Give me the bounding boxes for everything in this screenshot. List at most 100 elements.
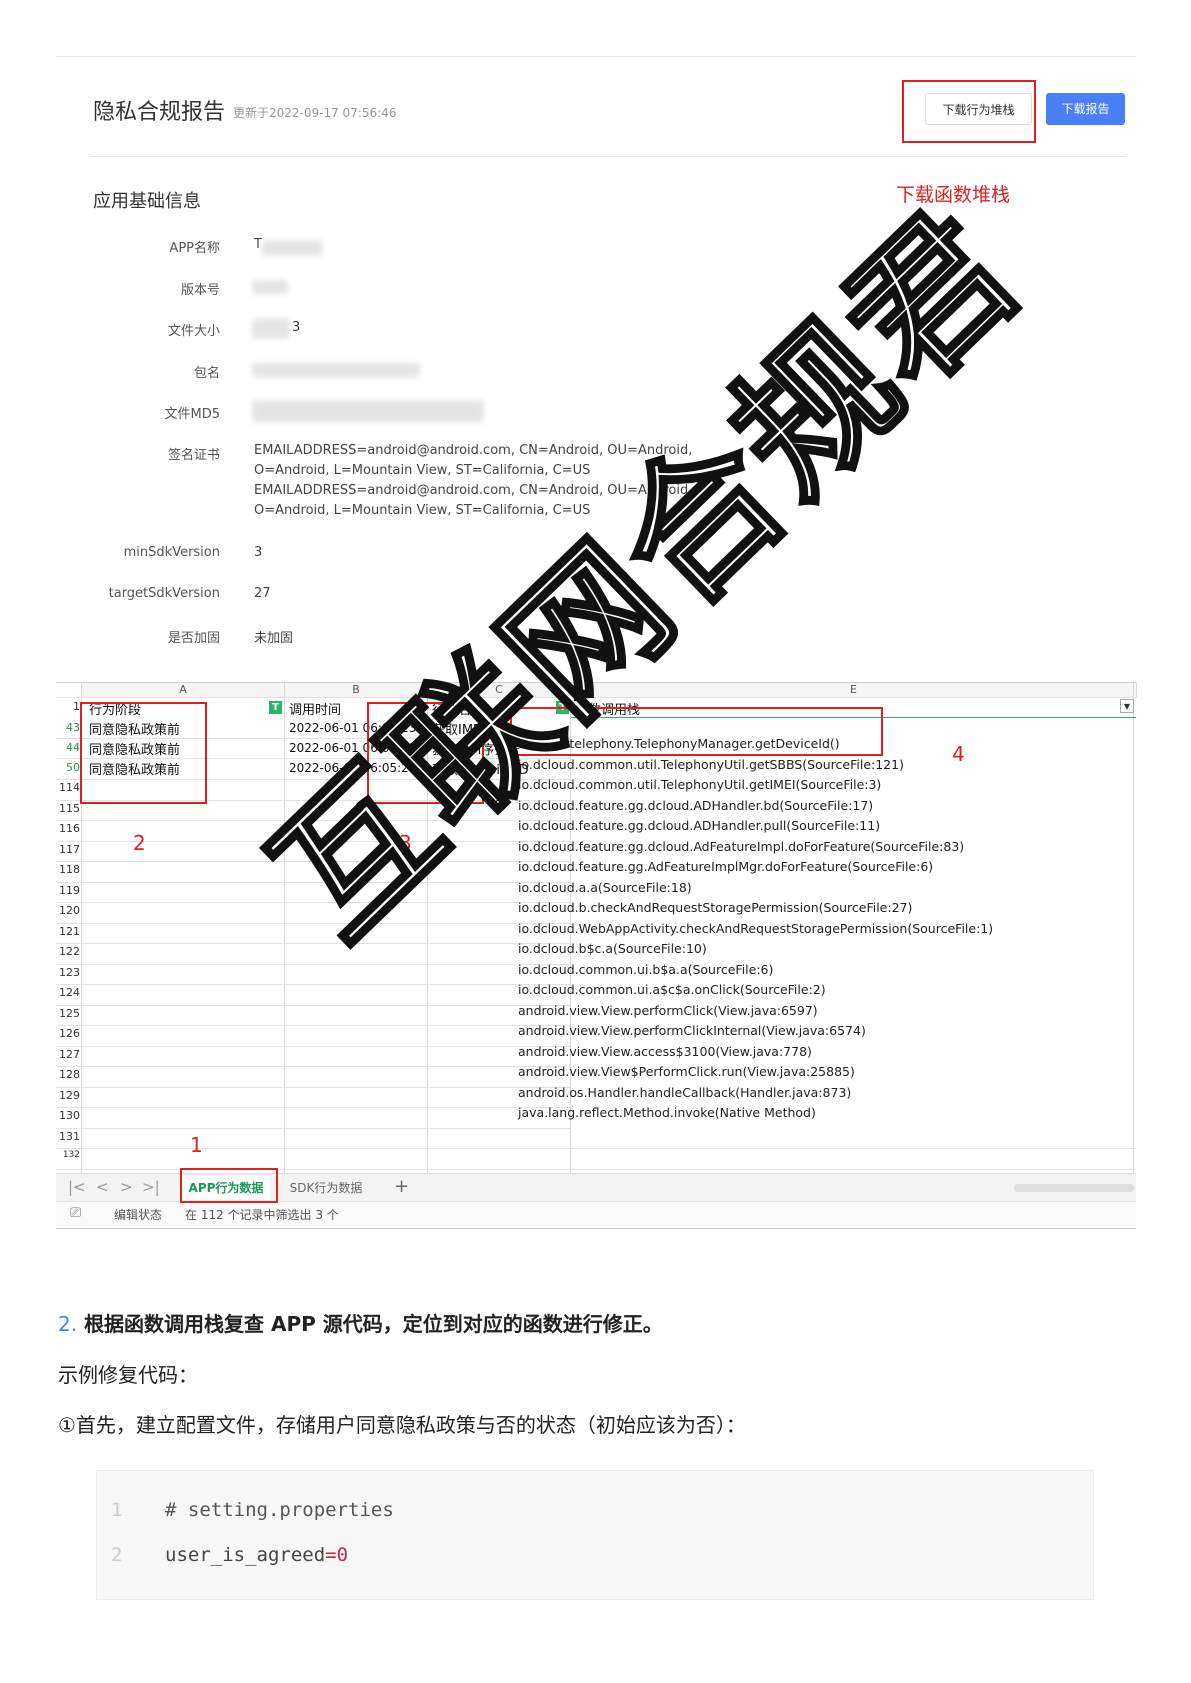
first-step-text: ①首先，建立配置文件，存储用户同意隐私政策与否的状态（初始应该为否）：: [58, 1413, 746, 1437]
row-number: 118: [59, 863, 80, 876]
column-header-a[interactable]: A: [82, 683, 285, 697]
label-certificate: 签名证书: [167, 448, 220, 463]
value-min-sdk: 3: [254, 545, 263, 560]
header-divider: [90, 156, 1126, 157]
stack-line[interactable]: io.dcloud.common.ui.b$a.a(SourceFile:6): [518, 962, 773, 977]
annotation-marker-1: 1: [190, 1133, 203, 1157]
example-label: 示例修复代码：: [58, 1363, 198, 1387]
label-file-size: 文件大小: [167, 324, 220, 339]
row-number: 132: [62, 1150, 80, 1160]
status-icon: ⎚: [70, 1205, 82, 1221]
grid-line: [56, 1087, 570, 1088]
row-number: 131: [59, 1130, 80, 1143]
code-line: user_is_agreed=0: [165, 1544, 348, 1566]
grid-line: [56, 964, 570, 965]
stack-line[interactable]: io.dcloud.feature.gg.AdFeatureImplMgr.do…: [518, 859, 933, 874]
annotation-marker-4: 4: [952, 742, 965, 766]
row-number: 43: [66, 721, 80, 734]
status-mode: 编辑状态: [114, 1208, 163, 1222]
grid-line: [56, 984, 570, 985]
redacted-app-name: [262, 240, 322, 256]
code-key: user_is_agreed: [165, 1544, 326, 1566]
stack-line[interactable]: io.dcloud.common.ui.a$c$a.onClick(Source…: [518, 982, 826, 997]
row-number: 44: [66, 741, 80, 754]
row-number: 115: [59, 802, 80, 815]
row-number: 120: [59, 904, 80, 917]
top-divider: [56, 56, 1136, 57]
row-number: 124: [59, 986, 80, 999]
label-md5: 文件MD5: [164, 407, 221, 422]
grid-line: [56, 1148, 1136, 1149]
stack-line[interactable]: io.dcloud.feature.gg.dcloud.ADHandler.pu…: [518, 818, 880, 833]
stack-line[interactable]: java.lang.reflect.Method.invoke(Native M…: [518, 1105, 816, 1120]
grid-line: [56, 1025, 570, 1026]
row-number: 126: [59, 1027, 80, 1040]
label-min-sdk: minSdkVersion: [123, 545, 220, 560]
page-title: 隐私合规报告: [93, 100, 226, 125]
stack-line[interactable]: io.dcloud.WebAppActivity.checkAndRequest…: [518, 921, 993, 936]
value-file-size-suffix: 3: [292, 320, 301, 335]
label-package: 包名: [193, 366, 220, 381]
row-number: 129: [59, 1089, 80, 1102]
row-number: 121: [59, 925, 80, 938]
stack-line[interactable]: io.dcloud.a.a(SourceFile:18): [518, 880, 692, 895]
stack-line[interactable]: android.view.View.performClickInternal(V…: [518, 1023, 866, 1038]
stack-line[interactable]: io.dcloud.b$c.a(SourceFile:10): [518, 941, 707, 956]
updated-timestamp: 更新于2022-09-17 07:56:46: [233, 106, 397, 120]
grid-line: [56, 1128, 570, 1129]
last-sheet-icon[interactable]: >|: [142, 1178, 160, 1196]
step-number: 2.: [58, 1312, 78, 1336]
horizontal-scrollbar[interactable]: [1014, 1184, 1134, 1192]
redacted-package: [252, 363, 420, 377]
label-target-sdk: targetSdkVersion: [108, 586, 220, 601]
stack-line[interactable]: android.os.Handler.handleCallback(Handle…: [518, 1085, 851, 1100]
label-version: 版本号: [180, 283, 220, 298]
row-number: 117: [59, 843, 80, 856]
grid-line: [56, 923, 570, 924]
grid-line: [56, 1066, 570, 1067]
stack-line[interactable]: android.view.View.access$3100(View.java:…: [518, 1044, 812, 1059]
download-report-button[interactable]: 下载报告: [1046, 93, 1125, 125]
row-number: 123: [59, 966, 80, 979]
status-filter-count: 在 112 个记录中筛选出 3 个: [185, 1208, 339, 1222]
step-text: 根据函数调用栈复查 APP 源代码，定位到对应的函数进行修正。: [84, 1312, 663, 1336]
first-sheet-icon[interactable]: |<: [68, 1178, 86, 1196]
dropdown-icon[interactable]: ▼: [1120, 699, 1134, 713]
row-number: 122: [59, 945, 80, 958]
grid-line: [56, 1005, 570, 1006]
line-number: 2: [111, 1544, 123, 1566]
stack-line[interactable]: io.dcloud.feature.gg.dcloud.AdFeatureImp…: [518, 839, 964, 854]
code-block: 1 # setting.properties 2 user_is_agreed=…: [96, 1470, 1094, 1600]
row-number: 125: [59, 1007, 80, 1020]
grid-line: [56, 1046, 570, 1047]
label-app-name: APP名称: [169, 241, 220, 256]
grid-line: [1133, 683, 1134, 1173]
annotation-marker-2: 2: [133, 831, 146, 855]
row-number: 116: [59, 822, 80, 835]
add-sheet-icon[interactable]: +: [394, 1176, 409, 1197]
status-bar: ⎚ 编辑状态 在 112 个记录中筛选出 3 个: [56, 1201, 1136, 1226]
next-sheet-icon[interactable]: >: [120, 1178, 133, 1196]
row-number: 50: [66, 761, 80, 774]
prev-sheet-icon[interactable]: <: [96, 1178, 109, 1196]
stack-line[interactable]: io.dcloud.feature.gg.dcloud.ADHandler.bd…: [518, 798, 873, 813]
step-heading: 2. 根据函数调用栈复查 APP 源代码，定位到对应的函数进行修正。: [58, 1308, 663, 1337]
row-number: 127: [59, 1048, 80, 1061]
section-title-basic-info: 应用基础信息: [93, 191, 201, 212]
tab-sdk-behavior[interactable]: SDK行为数据: [278, 1176, 374, 1200]
row-number: 128: [59, 1068, 80, 1081]
annotation-box-stage: [80, 702, 207, 804]
annotation-box-download: [902, 80, 1036, 143]
stack-line[interactable]: android.view.View.performClick(View.java…: [518, 1003, 818, 1018]
code-comment: # setting.properties: [165, 1499, 394, 1521]
row-number: 1: [73, 700, 80, 713]
redacted-md5: [252, 400, 484, 422]
stack-line[interactable]: io.dcloud.b.checkAndRequestStoragePermis…: [518, 900, 912, 915]
row-number: 130: [59, 1109, 80, 1122]
grid-line: [56, 943, 570, 944]
value-app-name: T: [254, 237, 262, 252]
redacted-file-size: [252, 319, 290, 339]
row-number: 114: [59, 781, 80, 794]
filter-icon[interactable]: T: [269, 701, 282, 714]
stack-line[interactable]: android.view.View$PerformClick.run(View.…: [518, 1064, 855, 1079]
